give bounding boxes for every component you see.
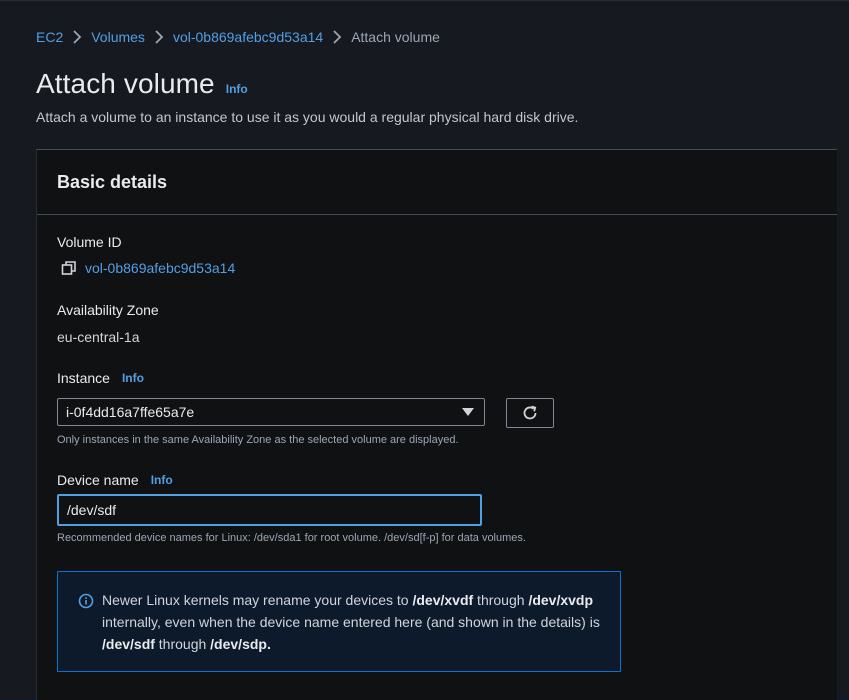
instance-select-value: i-0f4dd16a7ffe65a7e	[66, 404, 195, 420]
volume-id-value: vol-0b869afebc9d53a14	[61, 260, 235, 276]
panel-title: Basic details	[57, 172, 168, 192]
instance-select[interactable]: i-0f4dd16a7ffe65a7e	[57, 398, 485, 426]
volume-id-link[interactable]: vol-0b869afebc9d53a14	[85, 260, 235, 276]
caret-down-icon	[462, 408, 474, 416]
instance-label: Instance Info	[57, 370, 144, 386]
breadcrumb: EC2 Volumes vol-0b869afebc9d53a14 Attach…	[36, 29, 440, 45]
instance-info-link[interactable]: Info	[122, 371, 144, 385]
instance-label-text: Instance	[57, 370, 110, 386]
alert-message: Newer Linux kernels may rename your devi…	[102, 589, 607, 655]
breadcrumb-current: Attach volume	[351, 29, 440, 45]
panel-header: Basic details	[37, 150, 837, 215]
page-title: Attach volume	[36, 68, 215, 99]
chevron-right-icon	[72, 30, 82, 44]
breadcrumb-volume-id[interactable]: vol-0b869afebc9d53a14	[173, 29, 323, 45]
info-circle-icon	[78, 593, 94, 609]
device-info-link[interactable]: Info	[151, 473, 173, 487]
refresh-icon	[521, 404, 539, 422]
alert-bold-3: /dev/sdf	[102, 636, 155, 652]
alert-bold-4: /dev/sdp.	[210, 636, 271, 652]
device-label: Device name Info	[57, 472, 173, 488]
page-description: Attach a volume to an instance to use it…	[36, 109, 579, 125]
az-label: Availability Zone	[57, 302, 159, 318]
refresh-button[interactable]	[506, 398, 554, 428]
title-row: Attach volume Info	[36, 68, 248, 100]
device-label-text: Device name	[57, 472, 139, 488]
alert-bold-1: /dev/xvdf	[412, 592, 474, 608]
chevron-right-icon	[154, 30, 164, 44]
chevron-right-icon	[332, 30, 342, 44]
alert-text-1: Newer Linux kernels may rename your devi…	[102, 592, 413, 608]
page: EC2 Volumes vol-0b869afebc9d53a14 Attach…	[0, 0, 849, 700]
basic-details-panel: Basic details Volume ID vol-0b869afebc9d…	[36, 149, 837, 700]
alert-text-3: internally, even when the device name en…	[102, 614, 600, 630]
copy-icon[interactable]	[61, 260, 77, 276]
alert-text-2: through	[473, 592, 529, 608]
volume-id-label: Volume ID	[57, 234, 122, 250]
breadcrumb-volumes[interactable]: Volumes	[91, 29, 145, 45]
alert-bold-2: /dev/xvdp	[528, 592, 594, 608]
az-value: eu-central-1a	[57, 329, 140, 345]
az-label-text: Availability Zone	[57, 302, 159, 318]
title-info-link[interactable]: Info	[226, 82, 248, 96]
breadcrumb-ec2[interactable]: EC2	[36, 29, 63, 45]
device-name-input[interactable]	[57, 494, 482, 526]
device-hint: Recommended device names for Linux: /dev…	[57, 532, 526, 544]
volume-id-label-text: Volume ID	[57, 234, 122, 250]
instance-hint: Only instances in the same Availability …	[57, 434, 459, 446]
info-alert: Newer Linux kernels may rename your devi…	[57, 571, 621, 672]
alert-text-4: through	[154, 636, 211, 652]
